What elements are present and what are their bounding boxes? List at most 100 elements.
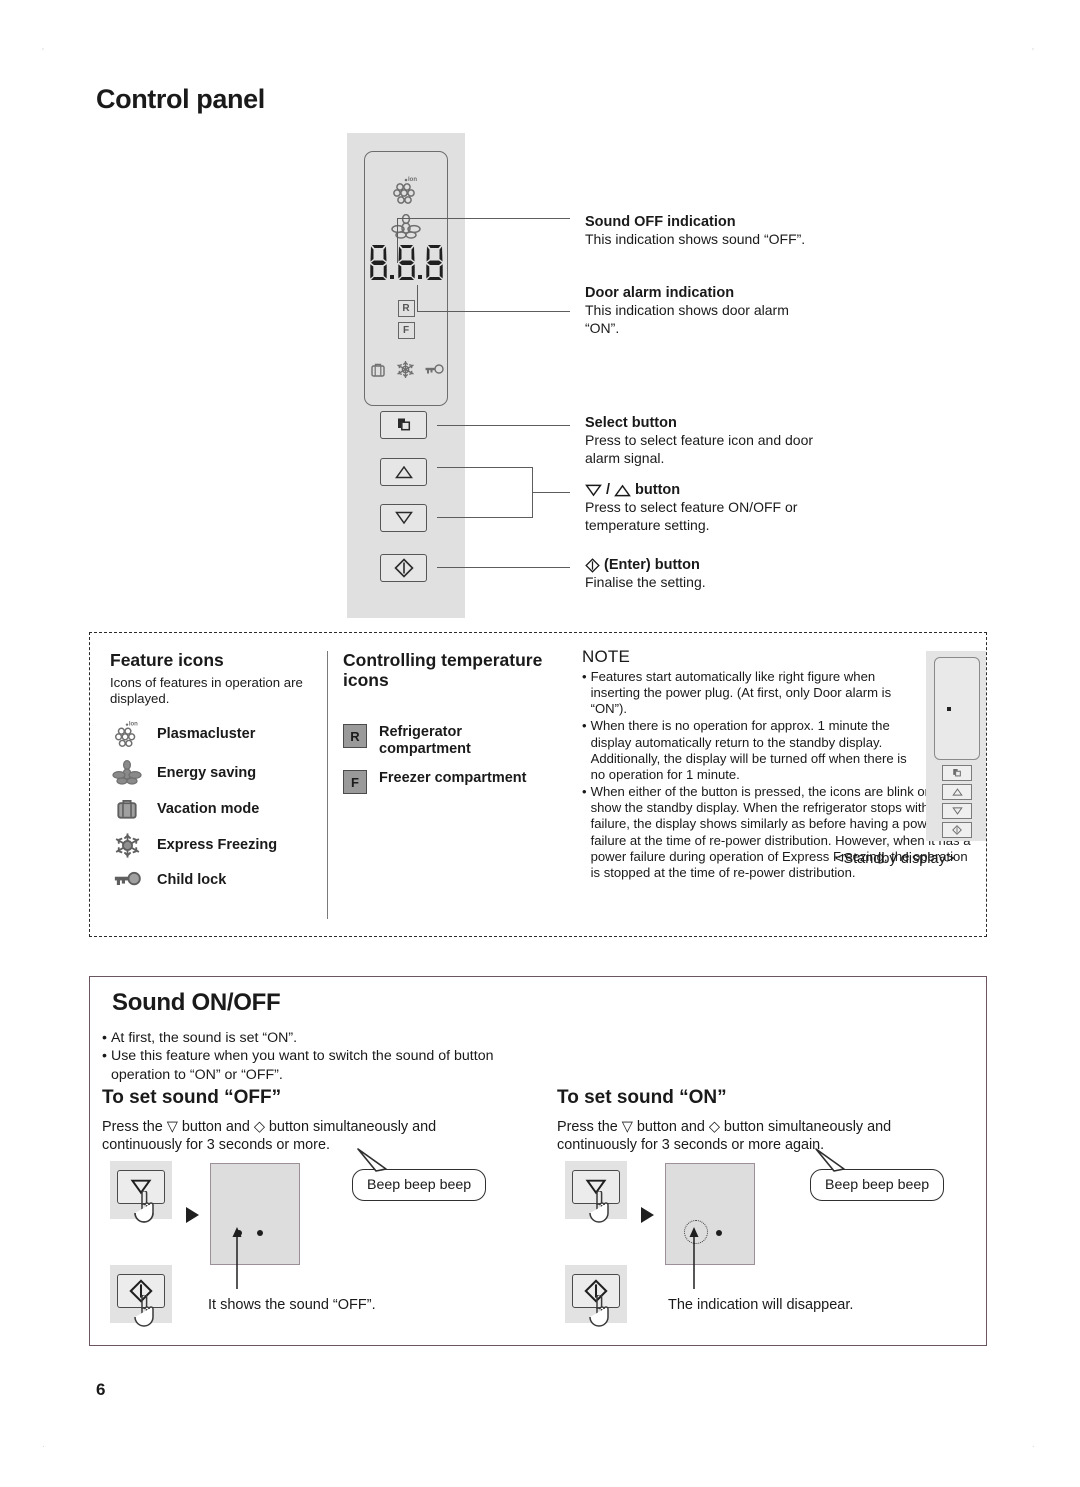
up-arrow-icon [394, 465, 413, 479]
note-bullet-text: Features start automatically like right … [590, 669, 892, 717]
bubble-tail-left [357, 1148, 387, 1172]
svg-text:Ion: Ion [129, 721, 138, 727]
note-bullet: • When there is no operation for approx.… [582, 718, 982, 783]
sound-bullet: • Use this feature when you want to swit… [102, 1047, 622, 1084]
standby-down-button [942, 803, 972, 819]
feature-icon-row: Child lock [110, 870, 320, 890]
column-divider-1 [327, 651, 329, 919]
sound-off-result-screen [210, 1163, 300, 1265]
crop-mark-tr: ' [1032, 47, 1034, 58]
temperature-icon-label: Freezer compartment [379, 770, 527, 787]
feature-icons-heading: Feature icons [110, 650, 224, 670]
standby-display-caption: <Standby display> [835, 851, 955, 867]
child-lock-icon [424, 363, 444, 382]
sound-off-down-key-illustration [110, 1161, 172, 1223]
control-panel-figure: Ion R F [347, 133, 465, 618]
standby-screen [934, 657, 980, 760]
express-freezing-icon [396, 360, 415, 384]
standby-indicator-dot [947, 707, 951, 711]
flow-arrow-right [641, 1207, 654, 1223]
up-button[interactable] [380, 458, 427, 486]
feature-icon-row: Express Freezing [110, 832, 320, 859]
up-arrow-icon [614, 484, 631, 496]
express-freezing-icon [110, 832, 144, 859]
standby-select-button [942, 765, 972, 781]
leader-sound-off-v [397, 218, 399, 263]
feature-icon-label: Express Freezing [157, 837, 278, 854]
sound-off-enter-key-illustration [110, 1265, 172, 1327]
callout-body: Finalise the setting. [585, 574, 706, 590]
note-section: NOTE • Features start automatically like… [582, 647, 982, 881]
plasmacluster-icon: Ion [365, 174, 447, 211]
manual-page: ' ' . . Control panel Ion R F Sound OFF … [0, 0, 1080, 1487]
select-icon [953, 768, 961, 777]
svg-text:Ion: Ion [408, 177, 417, 183]
bullet-marker: • [102, 1048, 107, 1065]
energy-saving-icon [110, 759, 144, 786]
sound-on-enter-key-illustration [565, 1265, 627, 1327]
sound-bullet: • At first, the sound is set “ON”. [102, 1029, 622, 1047]
enter-icon [585, 557, 600, 573]
bullet-marker: • [582, 784, 587, 800]
callout-title: Sound OFF indication [585, 214, 736, 230]
sound-on-caption: The indication will disappear. [668, 1297, 854, 1313]
down-button[interactable] [380, 504, 427, 532]
sound-on-dot [716, 1230, 722, 1236]
feature-icon-row: Energy saving [110, 759, 320, 786]
leader-door-alarm-v [417, 285, 419, 312]
sound-on-result-screen [665, 1163, 755, 1265]
bullet-marker: • [102, 1030, 107, 1046]
callout-body: This indication shows door alarm “ON”. [585, 302, 789, 336]
sound-off-caption: It shows the sound “OFF”. [208, 1297, 376, 1313]
info-box: Feature icons Icons of features in opera… [89, 632, 987, 937]
sound-bullet-list: • At first, the sound is set “ON”. • Use… [102, 1029, 622, 1084]
note-list: • Features start automatically like righ… [582, 669, 982, 881]
callout-enter-button: (Enter) button Finalise the setting. [585, 557, 815, 592]
temperature-icon-label: Refrigerator compartment [379, 724, 471, 758]
leader-up-h [437, 467, 533, 469]
callout-title-text: (Enter) button [604, 557, 700, 573]
down-arrow-icon [394, 511, 413, 525]
note-bullet: • Features start automatically like righ… [582, 669, 982, 717]
crop-mark-bl: . [42, 1439, 45, 1450]
leader-updown-h [532, 492, 570, 494]
bullet-marker: • [582, 669, 587, 684]
feature-icon-label: Energy saving [157, 764, 257, 781]
crop-mark-tl: ' [42, 47, 44, 58]
up-arrow-icon [951, 788, 963, 796]
feature-icon-row: Ion Plasmacluster [110, 719, 320, 749]
feature-icon-row: Vacation mode [110, 797, 320, 821]
callout-title: Select button [585, 415, 677, 431]
panel-bottom-icon-row [365, 360, 447, 384]
digit-3 [424, 244, 445, 281]
select-button[interactable] [380, 411, 427, 439]
flow-arrow-left [186, 1207, 199, 1223]
enter-button[interactable] [380, 554, 427, 582]
leader-down-h [437, 517, 533, 519]
refrigerator-badge: R [343, 724, 367, 749]
sound-off-heading: To set sound “OFF” [102, 1087, 282, 1108]
sound-off-dot-2 [257, 1230, 263, 1236]
temperature-icons-heading: Controlling temperature icons [343, 650, 543, 690]
sound-off-body: Press the ▽ button and ◇ button simultan… [102, 1119, 437, 1154]
hand-pointing-icon [589, 1191, 609, 1223]
panel-display-area: Ion R F [364, 151, 448, 406]
slash-separator: / [606, 482, 611, 498]
select-icon [397, 418, 410, 431]
hand-pointing-icon [134, 1191, 154, 1223]
callout-sound-off-indication: Sound OFF indication This indication sho… [585, 214, 815, 249]
freezer-badge: F [343, 770, 367, 795]
callout-updown-button: / button Press to select feature ON/OFF … [585, 482, 815, 535]
page-title: Control panel [96, 84, 265, 114]
hand-pointing-icon [134, 1295, 154, 1327]
callout-body: Press to select feature icon and door al… [585, 432, 814, 466]
sound-on-heading: To set sound “ON” [557, 1087, 727, 1108]
decimal-point-door-alarm [417, 244, 423, 281]
seven-segment-display [365, 244, 447, 281]
crop-mark-br: . [1032, 1439, 1035, 1450]
callout-title-text: button [635, 482, 681, 498]
callout-body: Press to select feature ON/OFF or temper… [585, 499, 798, 533]
standby-display-figure [926, 651, 986, 841]
callout-arrow-right [689, 1227, 699, 1289]
panel-badge-f: F [397, 322, 415, 339]
